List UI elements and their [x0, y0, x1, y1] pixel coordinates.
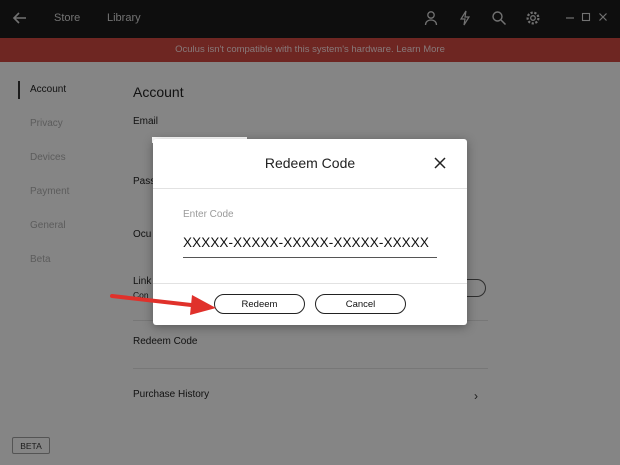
code-input[interactable]	[183, 227, 437, 258]
dialog-title: Redeem Code	[264, 155, 356, 171]
annotation-arrow-icon	[110, 294, 216, 315]
dialog-divider	[153, 283, 467, 284]
code-field-label: Enter Code	[183, 209, 234, 220]
redeem-button[interactable]: Redeem	[214, 294, 305, 314]
dialog-divider	[153, 188, 467, 189]
cancel-button[interactable]: Cancel	[315, 294, 406, 314]
close-icon[interactable]	[434, 157, 446, 169]
